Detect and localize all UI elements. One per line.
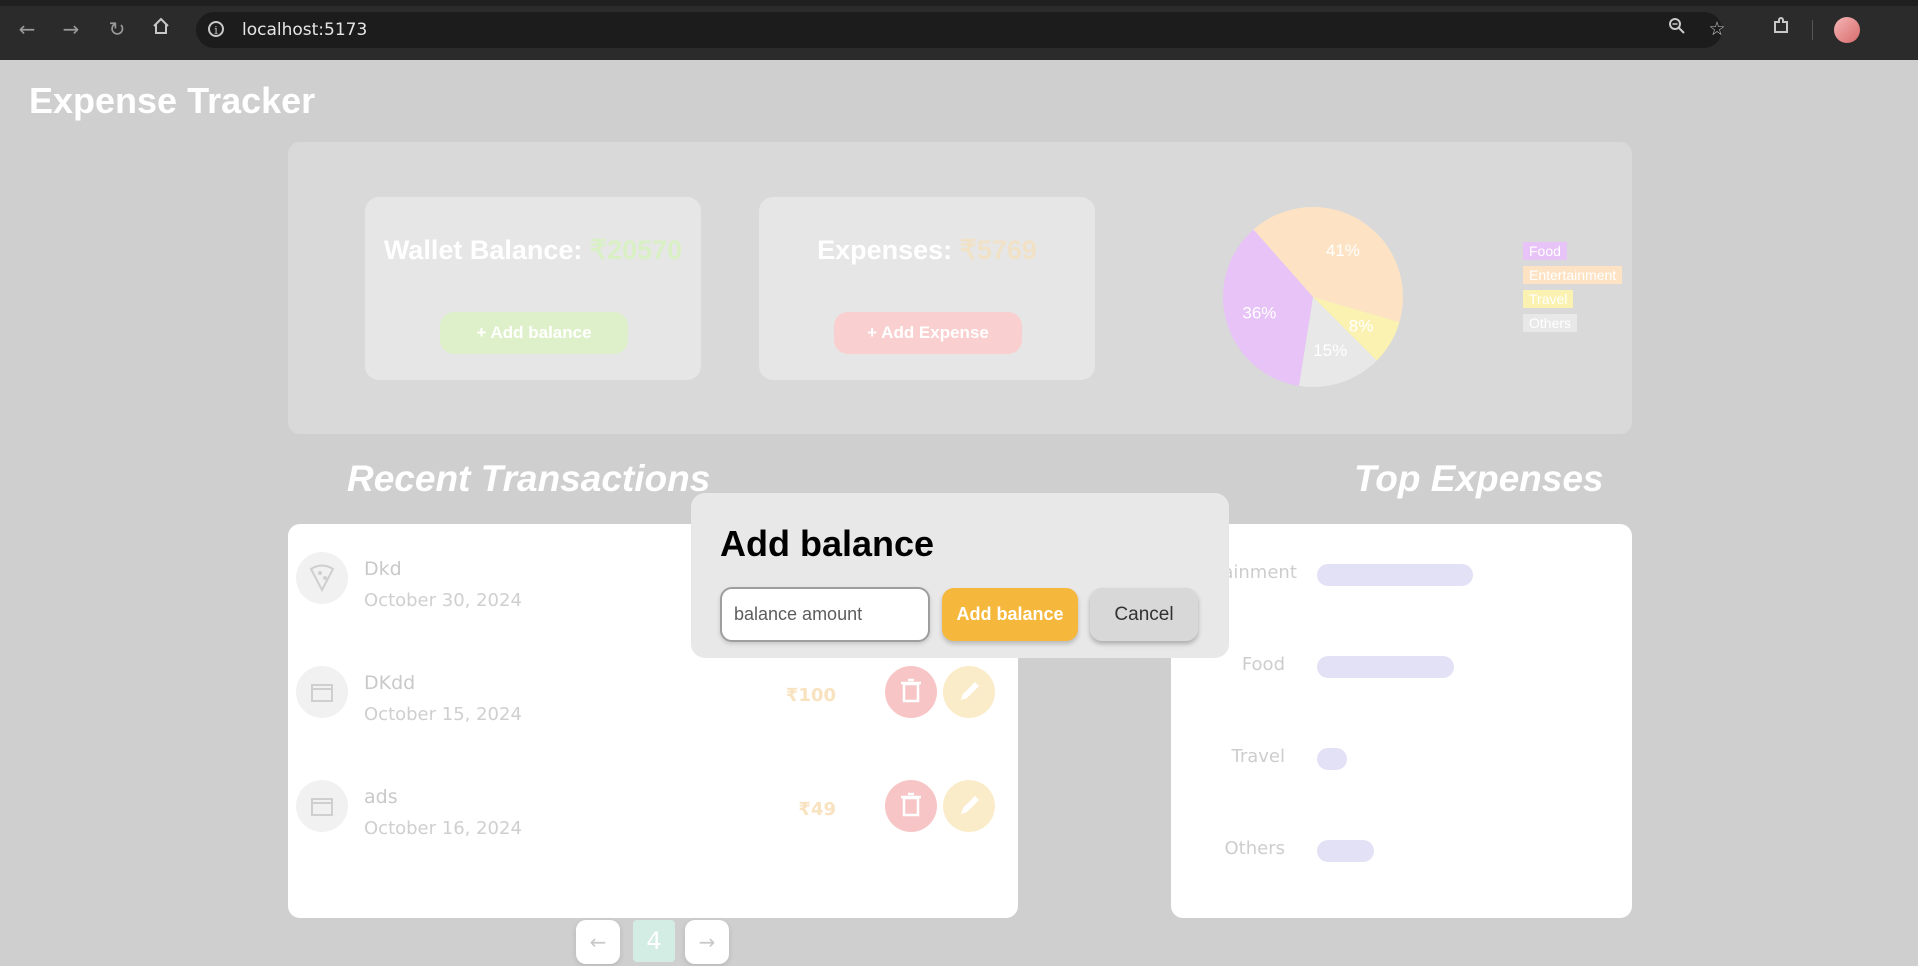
wallet-amount: ₹20570: [589, 235, 683, 265]
back-arrow-icon[interactable]: ←: [14, 16, 40, 42]
add-balance-button[interactable]: + Add balance: [440, 312, 628, 354]
url-text[interactable]: localhost:5173: [242, 20, 367, 40]
legend-travel: Travel: [1523, 290, 1574, 308]
legend-food: Food: [1523, 242, 1567, 260]
pencil-icon: [961, 682, 979, 700]
app-root: Expense Tracker Wallet Balance: ₹20570 +…: [0, 60, 1918, 966]
modal-title: Add balance: [720, 523, 935, 564]
transaction-date: October 30, 2024: [364, 590, 522, 611]
browser-toolbar: ← → ↻ i localhost:5173 ☆: [0, 0, 1918, 60]
forward-arrow-icon[interactable]: →: [58, 16, 84, 42]
site-info-icon[interactable]: i: [208, 21, 224, 37]
top-expenses-panel: Entertainment Food Travel Others: [1167, 524, 1632, 918]
transaction-amount: ₹100: [785, 685, 836, 706]
transaction-date: October 16, 2024: [364, 818, 522, 839]
transaction-date: October 15, 2024: [364, 704, 522, 725]
recent-transactions-heading: Recent Transactions: [347, 458, 711, 499]
reload-icon[interactable]: ↻: [104, 16, 130, 42]
expenses-card: Expenses: ₹5769 + Add Expense: [759, 197, 1095, 380]
cancel-button[interactable]: Cancel: [1090, 588, 1198, 641]
add-balance-submit-button[interactable]: Add balance: [942, 588, 1078, 641]
zoom-icon[interactable]: [1664, 16, 1690, 42]
top-expense-bar: [1317, 656, 1454, 678]
current-page: 4: [633, 920, 675, 962]
toolbar-separator: [1812, 20, 1813, 40]
top-expense-bar: [1317, 840, 1374, 862]
summary-panel: Wallet Balance: ₹20570 + Add balance Exp…: [288, 142, 1632, 434]
pie-label-entertainment: 41%: [1326, 241, 1360, 260]
home-icon[interactable]: [148, 16, 174, 42]
delete-button[interactable]: [885, 666, 937, 718]
transaction-row: ads October 16, 2024 ₹49: [288, 758, 1018, 872]
pie-label-others: 15%: [1313, 341, 1347, 360]
expenses-amount: ₹5769: [959, 235, 1037, 265]
top-expense-bar: [1317, 564, 1473, 586]
prev-page-button[interactable]: ←: [576, 920, 620, 964]
expense-pie-chart: 41% 8%15% 36%: [1223, 206, 1403, 387]
top-expenses-heading: Top Expenses: [1354, 458, 1604, 499]
movie-icon: [296, 780, 348, 832]
transaction-amount: ₹49: [798, 799, 836, 820]
pie-label-travel: 8%: [1349, 316, 1374, 335]
trash-icon: [901, 678, 921, 703]
pie-label-food: 36%: [1242, 304, 1276, 323]
transaction-name: ads: [364, 786, 398, 808]
add-balance-modal: Add balance Add balance Cancel: [691, 493, 1229, 658]
top-expense-label: Travel: [1231, 746, 1285, 767]
top-expense-label: Others: [1224, 838, 1286, 859]
extensions-icon[interactable]: [1768, 16, 1794, 42]
balance-amount-input[interactable]: [720, 587, 930, 642]
edit-button[interactable]: [943, 666, 995, 718]
pencil-icon: [961, 796, 979, 814]
transaction-name: Dkd: [364, 558, 402, 580]
legend-others: Others: [1523, 314, 1578, 332]
address-bar[interactable]: i localhost:5173: [196, 12, 1722, 48]
delete-button[interactable]: [885, 780, 937, 832]
expenses-title: Expenses: ₹5769: [759, 235, 1095, 266]
expenses-label: Expenses:: [817, 235, 960, 265]
app-title: Expense Tracker: [29, 80, 316, 121]
edit-button[interactable]: [943, 780, 995, 832]
trash-icon: [901, 792, 921, 817]
tab-strip: [0, 0, 1918, 6]
next-page-button[interactable]: →: [685, 920, 729, 964]
profile-avatar[interactable]: [1834, 17, 1860, 43]
add-expense-button[interactable]: + Add Expense: [834, 312, 1022, 354]
legend-entertainment: Entertainment: [1523, 266, 1623, 284]
wallet-label: Wallet Balance:: [383, 235, 590, 265]
pizza-icon: [296, 552, 348, 604]
transaction-row: DKdd October 15, 2024 ₹100: [288, 644, 1018, 758]
top-expense-bar: [1317, 748, 1347, 770]
wallet-title: Wallet Balance: ₹20570: [365, 235, 701, 266]
movie-icon: [296, 666, 348, 718]
bookmark-star-icon[interactable]: ☆: [1704, 16, 1730, 42]
wallet-card: Wallet Balance: ₹20570 + Add balance: [365, 197, 701, 380]
transaction-name: DKdd: [364, 672, 416, 694]
